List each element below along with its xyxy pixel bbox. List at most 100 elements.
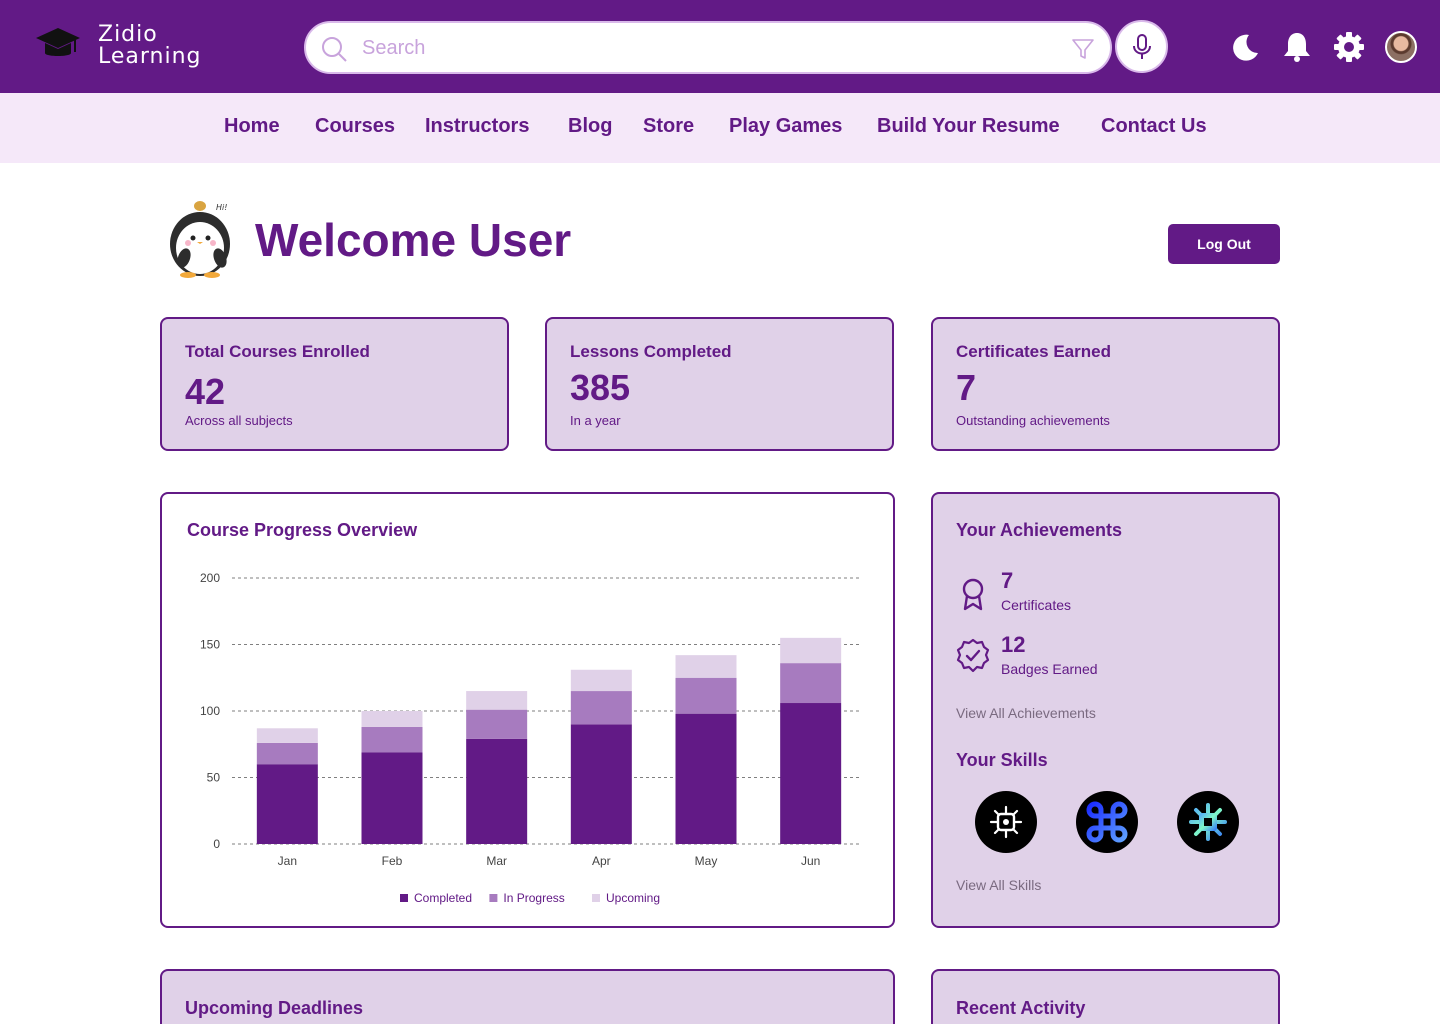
moon-icon: [1233, 34, 1258, 61]
chart-ytick-label: 0: [213, 837, 220, 851]
chart-bar-upcoming: [466, 691, 528, 710]
stat-title: Total Courses Enrolled: [185, 342, 370, 361]
stat-value: 42: [185, 371, 226, 412]
voice-search-button[interactable]: [1115, 20, 1168, 73]
stat-card-certificates: Certificates Earned 7 Outstanding achiev…: [931, 317, 1280, 451]
dark-mode-toggle[interactable]: [1228, 30, 1262, 64]
top-bar: Zidio Learning: [0, 0, 1440, 93]
chart-ytick-label: 50: [207, 771, 221, 785]
chart-ytick-label: 150: [200, 638, 220, 652]
chart-bar-in-progress: [675, 677, 737, 714]
chart-xtick-label: Jun: [801, 854, 820, 868]
skill-ai-icon[interactable]: [975, 791, 1037, 853]
nav-blog[interactable]: Blog: [568, 115, 612, 138]
stat-value: 7: [956, 367, 977, 408]
skill-chip-glyph: [1189, 803, 1227, 841]
certificates-count: 7: [1001, 568, 1014, 593]
app-root: Zidio Learning Search Home Courses Instr…: [0, 0, 1440, 1024]
upcoming-deadlines-card: Upcoming Deadlines: [160, 969, 895, 1024]
stat-title: Certificates Earned: [956, 342, 1111, 361]
gear-icon: [1334, 32, 1364, 62]
view-all-achievements-link[interactable]: View All Achievements: [956, 705, 1096, 721]
course-progress-chart: 0 50 100 150 200 Jan Feb Mar Apr May Jun Completed I…: [200, 571, 860, 905]
notifications-button[interactable]: [1280, 30, 1314, 64]
nav-store[interactable]: Store: [643, 115, 694, 138]
chart-legend-label: Completed: [414, 891, 472, 905]
chart-legend-swatch: [400, 894, 408, 902]
chart-xtick-label: Feb: [382, 854, 403, 868]
skill-command-glyph: [1086, 801, 1128, 843]
search-bar: [304, 21, 1112, 74]
chart-legend-label: In Progress: [503, 891, 564, 905]
microphone-icon: [1132, 33, 1151, 59]
stat-subtitle: In a year: [570, 413, 621, 428]
chart-bar-completed: [675, 713, 737, 844]
search-icon[interactable]: [320, 35, 348, 63]
stat-card-lessons: Lessons Completed 385 In a year: [545, 317, 894, 451]
badge-check-icon: [956, 638, 990, 673]
chart-bar-upcoming: [361, 711, 423, 727]
chart-bar-completed: [466, 738, 528, 844]
chart-bar-in-progress: [256, 742, 318, 765]
logout-button[interactable]: Log Out: [1168, 224, 1280, 264]
chart-bar-in-progress: [780, 663, 842, 704]
skill-ai-glyph: [989, 805, 1023, 839]
stat-card-courses: Total Courses Enrolled 42 Across all sub…: [160, 317, 509, 451]
stat-value: 385: [570, 367, 631, 408]
chart-bar-completed: [256, 764, 318, 844]
chart-ytick-label: 200: [200, 571, 220, 585]
stat-title: Lessons Completed: [570, 342, 732, 361]
upcoming-deadlines-title: Upcoming Deadlines: [185, 998, 364, 1018]
nav-instructors[interactable]: Instructors: [425, 115, 529, 138]
chart-bar-in-progress: [570, 691, 632, 725]
settings-button[interactable]: [1332, 30, 1366, 64]
chart-bar-in-progress: [361, 726, 423, 753]
badges-label: Badges Earned: [1001, 661, 1098, 677]
stat-subtitle: Across all subjects: [185, 413, 293, 428]
chart-bar-completed: [361, 752, 423, 844]
main-nav: Home Courses Instructors Blog Store Play…: [0, 93, 1440, 163]
chart-bar-upcoming: [780, 637, 842, 664]
brand-logo[interactable]: Zidio Learning: [34, 24, 201, 68]
award-ribbon-icon: [962, 578, 984, 611]
chart-xtick-label: Jan: [278, 854, 297, 868]
chart-legend-swatch: [592, 894, 600, 902]
filter-icon[interactable]: [1071, 37, 1095, 61]
nav-contact-us[interactable]: Contact Us: [1101, 115, 1207, 138]
brand-line-1: Zidio: [98, 22, 158, 47]
chart-legend-label: Upcoming: [606, 891, 660, 905]
nav-build-your-resume[interactable]: Build Your Resume: [877, 115, 1060, 138]
stat-subtitle: Outstanding achievements: [956, 413, 1110, 428]
chart-xtick-label: Apr: [592, 854, 611, 868]
graduation-cap-icon: [36, 28, 80, 56]
skill-command-icon[interactable]: [1076, 791, 1138, 853]
view-all-skills-link[interactable]: View All Skills: [956, 877, 1041, 893]
brand-name: Zidio Learning: [98, 24, 238, 68]
chart-bar-completed: [570, 724, 632, 844]
nav-courses[interactable]: Courses: [315, 115, 395, 138]
badges-count: 12: [1001, 632, 1026, 657]
skills-title: Your Skills: [956, 750, 1048, 770]
chart-bar-in-progress: [466, 709, 528, 739]
recent-activity-title: Recent Activity: [956, 998, 1086, 1018]
chart-xtick-label: May: [695, 854, 718, 868]
bell-icon: [1284, 33, 1310, 62]
chart-bar-upcoming: [570, 669, 632, 692]
achievements-card: Your Achievements 7 Certificates 12 Badg…: [931, 492, 1280, 928]
penguin-mascot: Hi!: [170, 201, 230, 278]
brand-line-2: Learning: [98, 44, 202, 69]
skill-chip-icon[interactable]: [1177, 791, 1239, 853]
chart-legend-swatch: [489, 894, 498, 902]
chart-xtick-label: Mar: [486, 854, 507, 868]
chart-ytick-label: 100: [200, 704, 220, 718]
welcome-title: Welcome User: [255, 214, 572, 266]
chart-bar-completed: [780, 703, 842, 844]
search-input[interactable]: [362, 33, 1042, 63]
certificates-label: Certificates: [1001, 597, 1072, 613]
chart-bar-upcoming: [256, 728, 318, 743]
nav-play-games[interactable]: Play Games: [729, 115, 842, 138]
chart-bar-upcoming: [675, 655, 737, 678]
recent-activity-card: Recent Activity: [931, 969, 1280, 1024]
avatar[interactable]: [1385, 31, 1417, 63]
nav-home[interactable]: Home: [224, 115, 280, 138]
